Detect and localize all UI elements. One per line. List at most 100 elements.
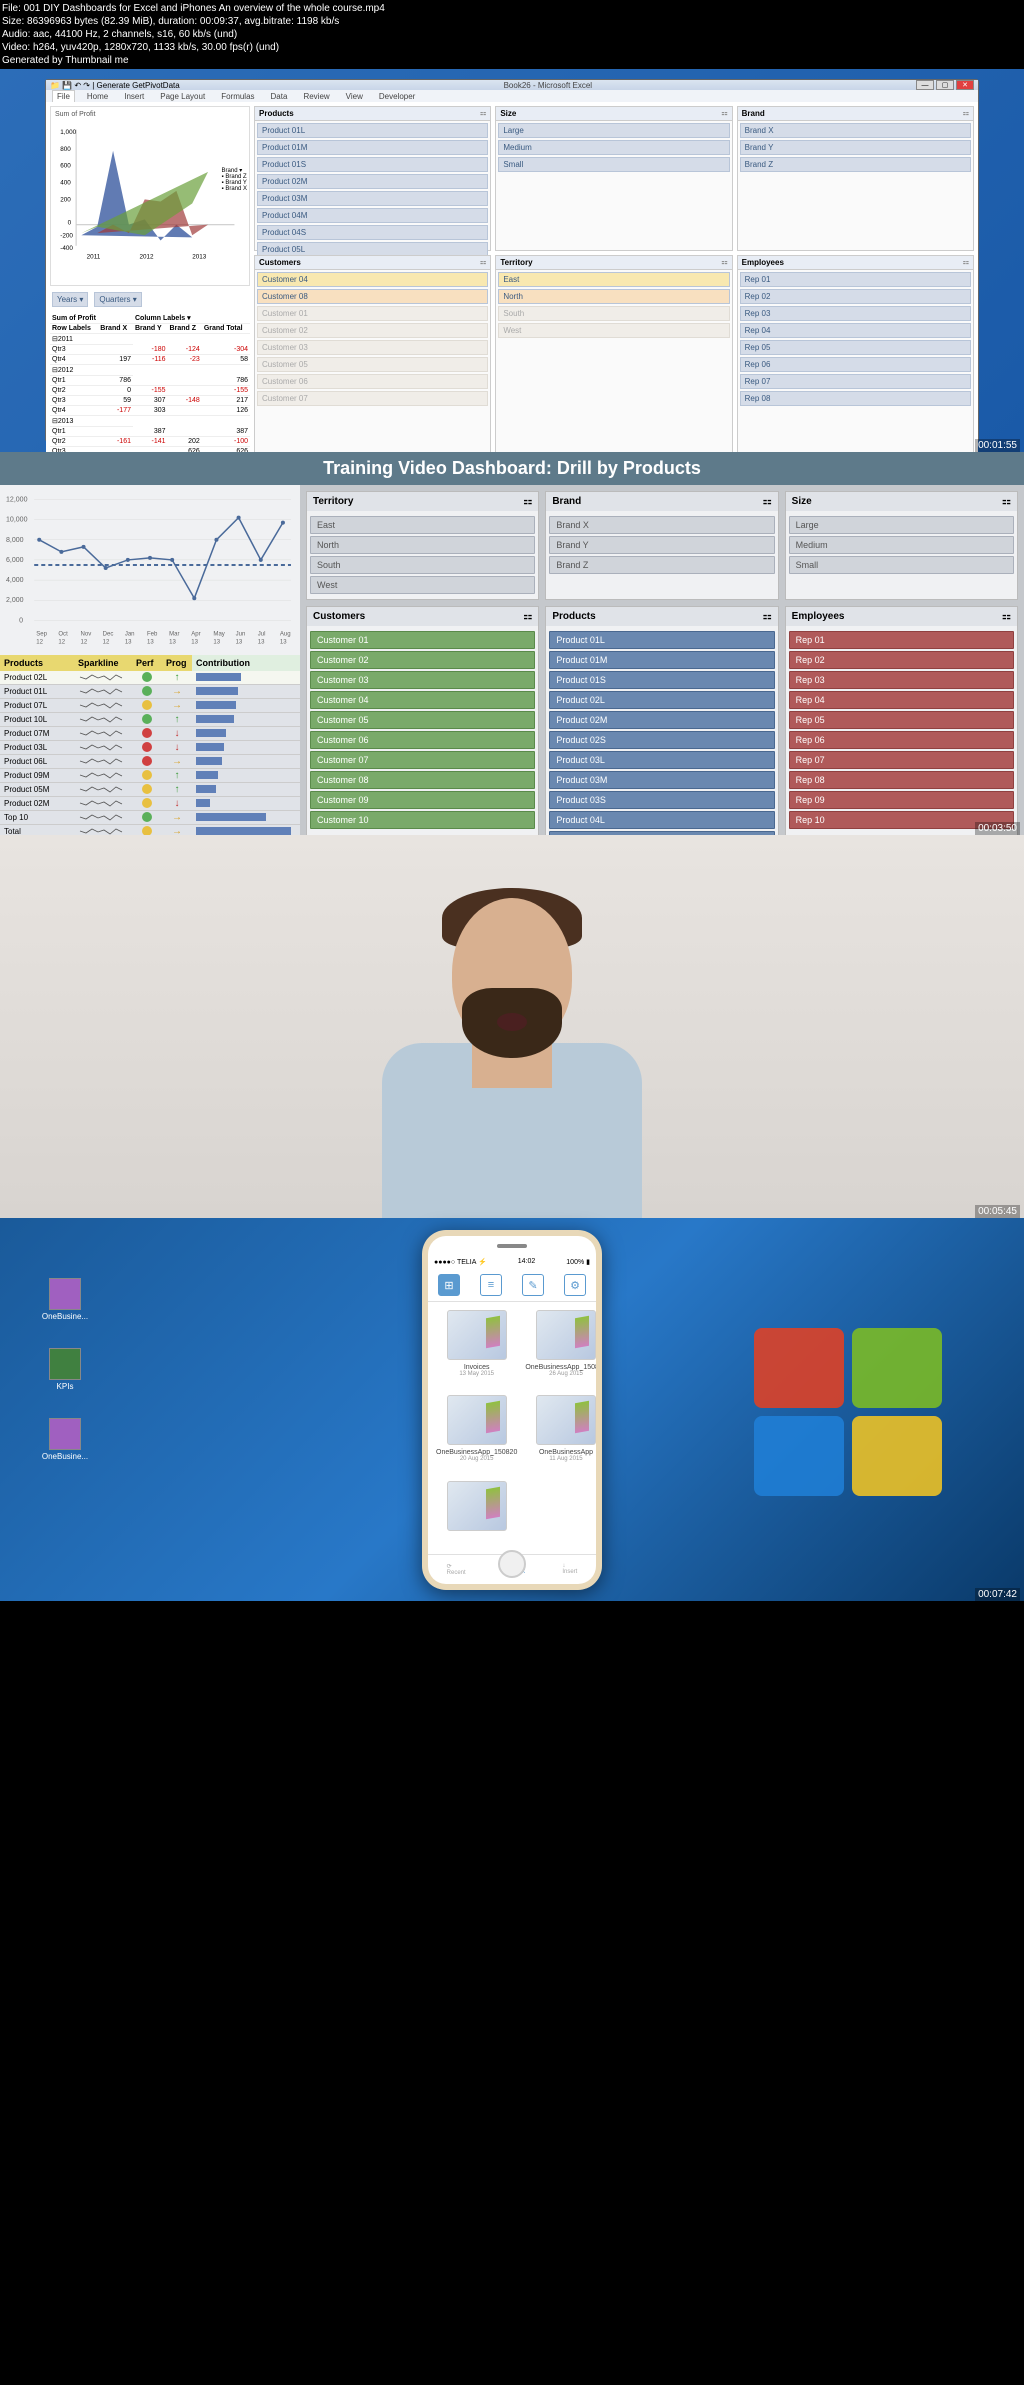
slicer-territory[interactable]: Territory⚏EastNorthSouthWest (495, 255, 732, 467)
slicer-item[interactable]: Brand Y (740, 140, 971, 155)
ribbon-tab[interactable]: File (52, 90, 75, 102)
table-row[interactable]: Product 10L↑ (0, 713, 300, 727)
ribbon-tab[interactable]: Developer (375, 91, 419, 102)
table-row[interactable]: Product 03L↓ (0, 741, 300, 755)
slicer-item[interactable]: Product 04S (257, 225, 488, 240)
table-row[interactable]: Top 10→ (0, 811, 300, 825)
slicer-item[interactable]: Rep 03 (740, 306, 971, 321)
ribbon-tab[interactable]: Insert (120, 91, 148, 102)
slicer-size[interactable]: Size⚏LargeMediumSmall (785, 491, 1018, 600)
slicer-item[interactable]: Product 03M (257, 191, 488, 206)
file-card[interactable]: OneBusinessApp_15081826 Aug 2015 (525, 1310, 596, 1388)
desktop-icon[interactable]: OneBusine... (40, 1278, 90, 1321)
quarters-filter[interactable]: Quarters ▾ (94, 292, 141, 307)
slicer-item[interactable]: Rep 02 (740, 289, 971, 304)
slicer-item[interactable]: Product 02L (549, 691, 774, 709)
slicer-item[interactable]: West (498, 323, 729, 338)
ribbon-tab[interactable]: View (342, 91, 367, 102)
slicer-item[interactable]: Rep 08 (740, 391, 971, 406)
slicer-item[interactable]: Brand X (740, 123, 971, 138)
table-row[interactable]: Product 01L→ (0, 685, 300, 699)
slicer-item[interactable]: Customer 01 (310, 631, 535, 649)
settings-icon[interactable]: ⚙ (564, 1274, 586, 1296)
slicer-item[interactable]: Customer 07 (310, 751, 535, 769)
slicer-item[interactable]: Rep 01 (740, 272, 971, 287)
slicer-item[interactable]: Rep 06 (789, 731, 1014, 749)
table-row[interactable]: Product 07M↓ (0, 727, 300, 741)
insert-tab[interactable]: ↓Insert (562, 1563, 577, 1575)
products-table[interactable]: Products Sparkline Perf Prog Contributio… (0, 655, 300, 839)
slicer-customers[interactable]: Customers⚏Customer 04Customer 08Customer… (254, 255, 491, 467)
slicer-item[interactable]: Small (498, 157, 729, 172)
slicer-item[interactable]: Brand Y (549, 536, 774, 554)
minimize-button[interactable]: — (916, 80, 934, 90)
slicer-item[interactable]: Rep 01 (789, 631, 1014, 649)
slicer-item[interactable]: South (310, 556, 535, 574)
slicer-item[interactable]: Product 03M (549, 771, 774, 789)
slicer-item[interactable]: Rep 06 (740, 357, 971, 372)
slicer-item[interactable]: Customer 04 (257, 272, 488, 287)
slicer-item[interactable]: Product 04L (549, 811, 774, 829)
file-card[interactable]: OneBusinessApp_15082020 Aug 2015 (436, 1395, 517, 1473)
slicer-item[interactable]: Product 03S (549, 791, 774, 809)
slicer-products[interactable]: Products⚏Product 01LProduct 01MProduct 0… (254, 106, 491, 251)
slicer-item[interactable]: East (310, 516, 535, 534)
table-row[interactable]: Product 02M↓ (0, 797, 300, 811)
slicer-item[interactable]: Rep 04 (740, 323, 971, 338)
slicer-item[interactable]: Rep 04 (789, 691, 1014, 709)
ribbon-tab[interactable]: Review (299, 91, 333, 102)
maximize-button[interactable]: ▢ (936, 80, 954, 90)
slicer-item[interactable]: West (310, 576, 535, 594)
slicer-item[interactable]: Product 01S (257, 157, 488, 172)
slicer-item[interactable]: Customer 01 (257, 306, 488, 321)
slicer-item[interactable]: East (498, 272, 729, 287)
edit-icon[interactable]: ✎ (522, 1274, 544, 1296)
slicer-brand[interactable]: Brand⚏Brand XBrand YBrand Z (737, 106, 974, 251)
slicer-brand[interactable]: Brand⚏Brand XBrand YBrand Z (545, 491, 778, 600)
file-card[interactable] (436, 1481, 517, 1546)
slicer-item[interactable]: Large (789, 516, 1014, 534)
slicer-item[interactable]: Customer 09 (310, 791, 535, 809)
slicer-item[interactable]: North (310, 536, 535, 554)
slicer-item[interactable]: Large (498, 123, 729, 138)
slicer-item[interactable]: Product 03L (549, 751, 774, 769)
slicer-item[interactable]: Customer 08 (310, 771, 535, 789)
pivot-table[interactable]: Sum of ProfitColumn Labels ▾Row LabelsBr… (50, 313, 250, 467)
slicer-item[interactable]: Rep 08 (789, 771, 1014, 789)
slicer-item[interactable]: South (498, 306, 729, 321)
slicer-item[interactable]: Product 02S (549, 731, 774, 749)
ribbon-tab[interactable]: Page Layout (156, 91, 209, 102)
file-card[interactable]: OneBusinessApp11 Aug 2015 (525, 1395, 596, 1473)
slicer-item[interactable]: Customer 04 (310, 691, 535, 709)
slicer-item[interactable]: Brand Z (740, 157, 971, 172)
slicer-size[interactable]: Size⚏LargeMediumSmall (495, 106, 732, 251)
table-row[interactable]: Product 02L↑ (0, 671, 300, 685)
slicer-item[interactable]: Customer 10 (310, 811, 535, 829)
table-row[interactable]: Product 07L→ (0, 699, 300, 713)
slicer-item[interactable]: Product 04M (257, 208, 488, 223)
slicer-item[interactable]: Product 02M (549, 711, 774, 729)
slicer-item[interactable]: Customer 07 (257, 391, 488, 406)
slicer-item[interactable]: Medium (789, 536, 1014, 554)
slicer-item[interactable]: Rep 02 (789, 651, 1014, 669)
file-card[interactable]: Invoices13 May 2015 (436, 1310, 517, 1388)
slicer-item[interactable]: Small (789, 556, 1014, 574)
table-row[interactable]: Product 06L→ (0, 755, 300, 769)
slicer-item[interactable]: Product 02M (257, 174, 488, 189)
table-row[interactable]: Product 09M↑ (0, 769, 300, 783)
slicer-item[interactable]: Customer 02 (310, 651, 535, 669)
slicer-item[interactable]: Product 01M (549, 651, 774, 669)
slicer-item[interactable]: Product 01S (549, 671, 774, 689)
slicer-item[interactable]: Customer 08 (257, 289, 488, 304)
ribbon-tab[interactable]: Home (83, 91, 112, 102)
slicer-item[interactable]: Customer 02 (257, 323, 488, 338)
ribbon-tab[interactable]: Data (267, 91, 292, 102)
slicer-item[interactable]: Customer 06 (310, 731, 535, 749)
slicer-item[interactable]: Customer 03 (310, 671, 535, 689)
grid-view-icon[interactable]: ⊞ (438, 1274, 460, 1296)
slicer-item[interactable]: Product 01L (549, 631, 774, 649)
slicer-item[interactable]: Product 01L (257, 123, 488, 138)
slicer-item[interactable]: Rep 07 (740, 374, 971, 389)
slicer-item[interactable]: Rep 05 (740, 340, 971, 355)
slicer-item[interactable]: Customer 05 (310, 711, 535, 729)
